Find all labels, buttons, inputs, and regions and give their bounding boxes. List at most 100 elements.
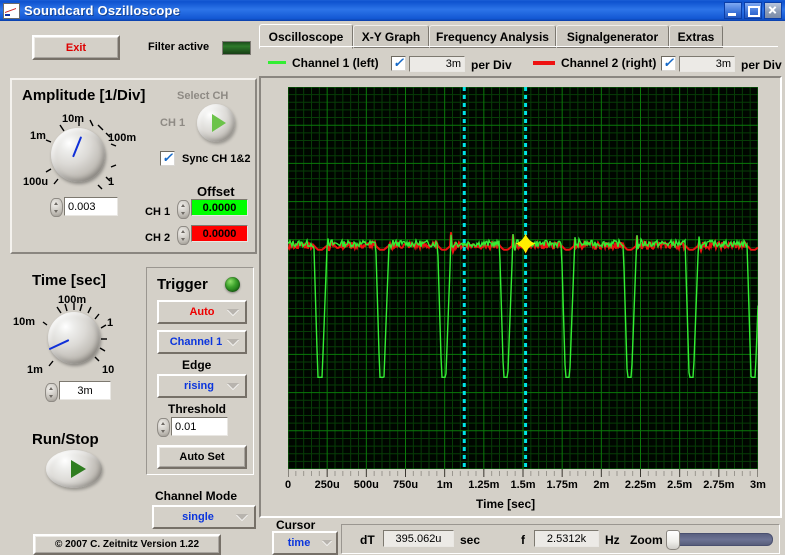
channel-2-per-div-label: per Div [741, 58, 782, 72]
time-knob-label-10: 10 [102, 364, 114, 376]
x-tick-label: 2.25m [625, 479, 656, 491]
x-tick-label: 2m [593, 479, 609, 491]
application-window: Soundcard Oszilloscope Exit Filter activ… [0, 0, 785, 555]
x-tick-label: 2.5m [667, 479, 692, 491]
window-title: Soundcard Oszilloscope [24, 3, 180, 18]
x-tick-label: 750u [393, 479, 418, 491]
x-tick-label: 1m [437, 479, 453, 491]
trigger-led-icon [225, 277, 240, 292]
tab-extras[interactable]: Extras [669, 25, 723, 48]
channel-mode-label: Channel Mode [155, 489, 237, 503]
x-tick-label: 3m [750, 479, 766, 491]
time-knob-label-100m: 100m [58, 294, 86, 306]
edge-label: Edge [182, 358, 211, 372]
threshold-field[interactable]: 0.01 [171, 417, 228, 436]
offset-ch2-stepper[interactable] [177, 226, 190, 245]
x-tick-label: 0 [285, 479, 291, 491]
close-icon[interactable] [764, 2, 782, 19]
offset-ch2-field[interactable]: 0.0000 [191, 225, 248, 242]
amplitude-knob-label-100u: 100u [23, 176, 48, 188]
filter-active-indicator [222, 41, 251, 55]
zoom-slider-track[interactable] [667, 533, 773, 546]
channel-2-label: Channel 2 (right) [561, 56, 656, 70]
exit-button[interactable]: Exit [32, 35, 120, 60]
select-ch-button[interactable] [197, 104, 235, 142]
channel-2-checkbox[interactable]: ✓ [661, 56, 676, 71]
sync-checkbox[interactable]: ✓ [160, 151, 175, 166]
time-value-field[interactable]: 3m [59, 381, 111, 400]
copyright-bar: © 2007 C. Zeitnitz Version 1.22 [33, 534, 221, 555]
channel-1-per-div-field[interactable]: 3m [409, 56, 465, 72]
time-knob-label-1: 1 [107, 317, 113, 329]
zoom-label: Zoom [630, 533, 663, 547]
tab-oscilloscope-label: Oscilloscope [269, 30, 344, 44]
amplitude-value-stepper[interactable] [50, 198, 63, 217]
x-axis-label: Time [sec] [476, 497, 535, 511]
channel-1-per-div-label: per Div [471, 58, 512, 72]
axis-tick-labels: 0250u500u750u1m1.25m1.5m1.75m2m2.25m2.5m… [288, 479, 758, 495]
tab-xy-graph[interactable]: X-Y Graph [353, 25, 429, 48]
x-tick-label: 2.75m [703, 479, 734, 491]
time-knob-label-10m: 10m [13, 316, 35, 328]
tab-extras-label: Extras [678, 30, 715, 44]
tab-frequency-analysis[interactable]: Frequency Analysis [429, 25, 556, 48]
tab-frequency-analysis-label: Frequency Analysis [436, 30, 549, 44]
auto-set-label: Auto Set [179, 451, 224, 463]
copyright-text: © 2007 C. Zeitnitz Version 1.22 [55, 539, 199, 550]
cursor-readout-group: dT 395.062u sec f 2.5312k Hz Zoom [341, 524, 780, 554]
trigger-mode-dropdown[interactable]: Auto [157, 300, 247, 324]
trigger-title: Trigger [157, 276, 208, 293]
chevron-down-icon [227, 339, 239, 345]
minimize-icon[interactable] [724, 2, 742, 19]
chevron-down-icon [322, 540, 332, 545]
oscilloscope-plot[interactable] [288, 87, 758, 469]
x-tick-label: 1.25m [468, 479, 499, 491]
chevron-down-icon [227, 309, 239, 315]
zoom-slider-thumb[interactable] [666, 530, 680, 550]
select-ch-value: CH 1 [160, 117, 185, 129]
threshold-stepper[interactable] [157, 418, 170, 437]
edge-dropdown[interactable]: rising [157, 374, 247, 398]
channel-1-checkbox[interactable]: ✓ [391, 56, 406, 71]
channel-mode-dropdown[interactable]: single [152, 505, 256, 529]
time-value-stepper[interactable] [45, 383, 58, 402]
time-title: Time [sec] [32, 272, 106, 289]
filter-active-label: Filter active [148, 41, 209, 53]
channel-1-label: Channel 1 (left) [292, 56, 379, 70]
tab-underline [259, 46, 778, 47]
x-tick-label: 1.75m [547, 479, 578, 491]
tab-signalgenerator-label: Signalgenerator [567, 30, 658, 44]
cursor-mode-value: time [288, 537, 311, 549]
time-knob-label-1m: 1m [27, 364, 43, 376]
offset-ch1-stepper[interactable] [177, 200, 190, 219]
dt-value-field: 395.062u [383, 530, 454, 547]
chevron-down-icon [236, 514, 248, 520]
cursor-mode-dropdown[interactable]: time [272, 531, 338, 555]
x-tick-label: 500u [354, 479, 379, 491]
dt-unit-label: sec [460, 533, 480, 547]
trigger-group: Trigger Auto Channel 1 Edge rising Thres… [146, 267, 254, 475]
amplitude-knob-label-1m: 1m [30, 130, 46, 142]
channel-2-per-div-field[interactable]: 3m [679, 56, 735, 72]
offset-ch1-label: CH 1 [145, 206, 170, 218]
auto-set-button[interactable]: Auto Set [157, 445, 247, 469]
run-stop-button[interactable] [46, 450, 102, 488]
offset-ch1-field[interactable]: 0.0000 [191, 199, 248, 216]
amplitude-knob-label-10m: 10m [62, 113, 84, 125]
amplitude-knob-label-1: 1 [108, 176, 114, 188]
channel-1-color-swatch [268, 61, 286, 64]
trigger-source-dropdown[interactable]: Channel 1 [157, 330, 247, 354]
tab-signalgenerator[interactable]: Signalgenerator [556, 25, 669, 48]
offset-ch2-label: CH 2 [145, 232, 170, 244]
offset-title: Offset [197, 184, 235, 199]
amplitude-value-field[interactable]: 0.003 [64, 197, 118, 216]
f-label: f [521, 533, 525, 547]
exit-label: Exit [66, 42, 86, 54]
trigger-source-value: Channel 1 [170, 336, 223, 348]
trigger-mode-value: Auto [189, 306, 214, 318]
app-icon [3, 3, 20, 19]
maximize-icon[interactable] [744, 2, 762, 19]
tab-xy-graph-label: X-Y Graph [362, 30, 420, 44]
sync-label: Sync CH 1&2 [182, 153, 250, 165]
amplitude-title: Amplitude [1/Div] [22, 87, 145, 104]
